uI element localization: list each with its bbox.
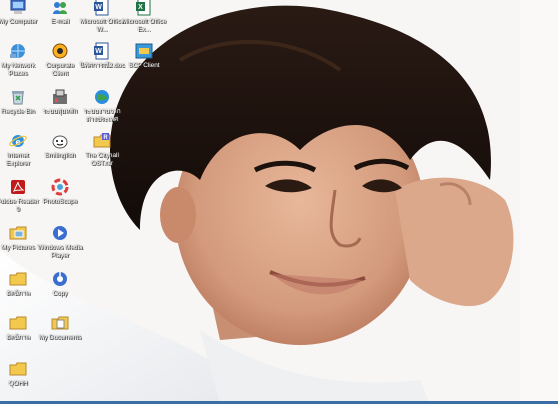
email-icon (51, 0, 69, 16)
icon-label: PhotoScape (42, 198, 78, 205)
icon-label: My Pictures (1, 244, 35, 251)
icon-label: ระบบสุ่มหลัก (42, 108, 78, 115)
icon-label: Windows Media Player (37, 244, 83, 259)
desktop-icon-thai-program[interactable]: ระบบสุ่มหลัก (38, 88, 82, 116)
desktop-icon-smilingfish[interactable]: Smilingfish (38, 132, 82, 160)
desktop-icon-word-document[interactable]: W นิทัศการณ์2.doc (79, 42, 125, 70)
icon-label: My Computer (0, 18, 38, 25)
desktop-icon-area: My Computer My Network Places Recycle Bi… (0, 0, 558, 404)
my-computer-icon (9, 0, 27, 16)
svg-text:W: W (95, 4, 102, 11)
excel-icon: X (135, 0, 153, 16)
icon-label: Microsoft Office W... (79, 18, 125, 33)
icon-label: อัลบ์ภาพ (6, 334, 30, 341)
folder-icon (9, 360, 27, 378)
desktop-icon-email[interactable]: E-mail (38, 0, 82, 26)
word-doc-icon: W (93, 42, 111, 60)
icon-label: อัลบ์ภาพ (6, 290, 30, 297)
desktop-icon-foreign-system[interactable]: ระบบงานจาก ต่างประเทศ (80, 88, 124, 124)
desktop-icon-windows-media-player[interactable]: Windows Media Player (37, 224, 83, 260)
desktop-icon-photoscape[interactable]: PhotoScape (38, 178, 82, 206)
svg-text:R: R (103, 135, 108, 141)
icon-label: Copy (52, 290, 68, 297)
internet-explorer-icon: e (9, 132, 27, 150)
icon-label: นิทัศการณ์2.doc (79, 62, 125, 69)
desktop-icon-folder-2[interactable]: อัลบ์ภาพ (0, 314, 40, 342)
network-places-icon (9, 42, 27, 60)
recycle-bin-icon (9, 88, 27, 106)
icon-label: My Network Places (1, 62, 35, 77)
desktop-icon-cityhall-rar[interactable]: R The Cityhall OST.rar (80, 132, 124, 168)
desktop-icon-internet-explorer[interactable]: e Internet Explorer (0, 132, 40, 168)
icon-label: QOHH (8, 380, 28, 387)
folder-icon (9, 270, 27, 288)
desktop-icon-my-documents[interactable]: My Documents (38, 314, 82, 342)
desktop-icon-my-pictures[interactable]: My Pictures (0, 224, 40, 252)
icon-label: Smilingfish (44, 152, 76, 159)
word-icon: W (93, 0, 111, 16)
svg-text:X: X (138, 4, 143, 11)
desktop-icon-my-computer[interactable]: My Computer (0, 0, 40, 26)
desktop-icon-microsoft-office-excel[interactable]: X Microsoft Office Ex... (122, 0, 166, 34)
scp-client-icon (135, 42, 153, 60)
globe-program-icon (93, 88, 111, 106)
icon-label: My Documents (38, 334, 82, 341)
icon-label: Recycle Bin (1, 108, 35, 115)
icon-label: The Cityhall OST.rar (85, 152, 119, 167)
media-player-icon (51, 224, 69, 242)
my-documents-icon (51, 314, 69, 332)
program-icon (51, 88, 69, 106)
svg-text:W: W (95, 48, 102, 55)
corporate-client-icon (51, 42, 69, 60)
icon-label: Adobe Reader 9 (0, 198, 39, 213)
icon-label: ระบบงานจาก ต่างประเทศ (83, 108, 121, 123)
smilingfish-icon (51, 132, 69, 150)
rar-archive-icon: R (93, 132, 111, 150)
icon-label: Internet Explorer (6, 152, 30, 167)
photoscape-icon (51, 178, 69, 196)
desktop-icon-recycle-bin[interactable]: Recycle Bin (0, 88, 40, 116)
my-pictures-icon (9, 224, 27, 242)
folder-icon (9, 314, 27, 332)
desktop-icon-my-network-places[interactable]: My Network Places (0, 42, 40, 78)
desktop-icon-scp-client[interactable]: SCP Client (122, 42, 166, 70)
icon-label: Corporate Client (45, 62, 75, 77)
desktop-icon-copy[interactable]: Copy (38, 270, 82, 298)
desktop-icon-corporate-client[interactable]: Corporate Client (38, 42, 82, 78)
icon-label: Microsoft Office Ex... (121, 18, 167, 33)
adobe-reader-icon (9, 178, 27, 196)
desktop-icon-folder-1[interactable]: อัลบ์ภาพ (0, 270, 40, 298)
desktop-icon-folder-3[interactable]: QOHH (0, 360, 40, 388)
icon-label: SCP Client (128, 62, 160, 69)
desktop-icon-adobe-reader[interactable]: Adobe Reader 9 (0, 178, 40, 214)
desktop-icon-microsoft-office-word[interactable]: W Microsoft Office W... (80, 0, 124, 34)
icon-label: E-mail (50, 18, 70, 25)
copy-shortcut-icon (51, 270, 69, 288)
